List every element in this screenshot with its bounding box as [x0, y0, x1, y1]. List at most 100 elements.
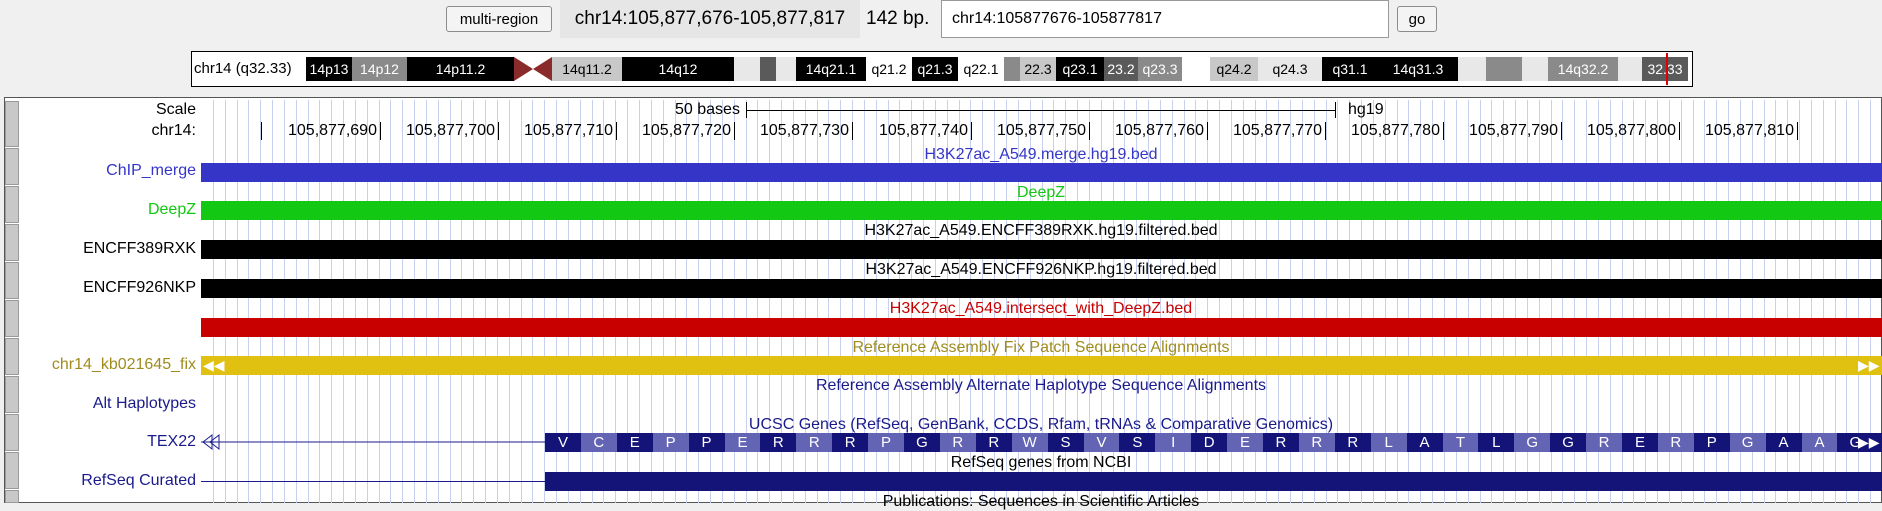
chip-track-handle[interactable] — [5, 148, 19, 185]
ideogram-band: q24.2 — [1210, 57, 1258, 81]
scale-bar — [746, 110, 1336, 111]
ideogram-band-blank — [1182, 57, 1210, 81]
ruler-coordinate: 105,877,800 — [1587, 122, 1676, 139]
deepz-feature[interactable] — [201, 201, 1882, 220]
ruler-track-handle[interactable] — [5, 101, 19, 147]
deepz-track-handle[interactable] — [5, 186, 19, 223]
amino-acid: G — [1550, 433, 1587, 452]
pubs-track-handle[interactable] — [5, 490, 19, 503]
amino-acid: G — [1514, 433, 1551, 452]
ruler-tick — [1797, 122, 1798, 140]
amino-acid: A — [1765, 433, 1802, 452]
amino-acid: L — [1370, 433, 1407, 452]
ruler-tick — [1679, 122, 1680, 140]
ruler-coordinate: 105,877,790 — [1469, 122, 1558, 139]
ideogram-band-blank — [734, 57, 760, 81]
ideogram-band: q21.2 — [866, 57, 912, 81]
amino-acid: L — [1478, 433, 1515, 452]
track-title-encff926: H3K27ac_A549.ENCFF926NKP.hg19.filtered.b… — [865, 261, 1217, 278]
ruler-tick — [971, 122, 972, 140]
scale-bases-text: 50 bases — [675, 101, 740, 118]
gene-end-arrow-icon: ▶▶ — [1858, 434, 1880, 450]
track-title-refseq: RefSeq genes from NCBI — [950, 454, 1132, 471]
track-title-chip: H3K27ac_A549.merge.hg19.bed — [924, 146, 1158, 163]
track-label-fix[interactable]: chr14_kb021645_fix — [52, 356, 196, 374]
track-title-deepz: DeepZ — [1016, 184, 1066, 201]
ruler-coordinate: 105,877,770 — [1233, 122, 1322, 139]
amino-acid: S — [1047, 433, 1084, 452]
ucsc-track-handle[interactable] — [5, 414, 19, 451]
amino-acid: G — [904, 433, 940, 452]
ruler-tick — [852, 122, 853, 140]
refseq-exon[interactable] — [545, 472, 1882, 491]
amino-acid: P — [688, 433, 725, 452]
ideogram-band-blank — [1004, 57, 1020, 81]
ideogram-band: 14p13 — [306, 57, 352, 81]
amino-acid: C — [580, 433, 617, 452]
amino-acid: R — [832, 433, 869, 452]
amino-acid: R — [796, 433, 833, 452]
multi-region-button[interactable]: multi-region — [446, 6, 552, 32]
go-button[interactable]: go — [1397, 6, 1437, 32]
encff926-track-handle[interactable] — [5, 262, 19, 299]
amino-acid: E — [1622, 433, 1658, 452]
chrom-label: chr14: — [151, 122, 196, 139]
centromere-icon — [514, 57, 552, 81]
amino-acid: D — [1191, 433, 1228, 452]
ruler-coordinate: 105,877,690 — [288, 122, 377, 139]
ideogram-band: 14q12 — [622, 57, 734, 81]
track-label-refseq[interactable]: RefSeq Curated — [81, 472, 196, 490]
ideogram-band: 14q21.1 — [796, 57, 866, 81]
encff389-feature[interactable] — [201, 240, 1882, 259]
track-label-encff389[interactable]: ENCFF389RXK — [83, 240, 196, 258]
fix-track-handle[interactable] — [5, 338, 19, 375]
refseq-intron-line — [201, 481, 545, 482]
amino-acid: E — [616, 433, 653, 452]
amino-acid: E — [1227, 433, 1263, 452]
position-search-input[interactable] — [941, 0, 1389, 38]
ideogram-band: q21.3 — [912, 57, 958, 81]
track-label-deepz[interactable]: DeepZ — [148, 201, 196, 219]
ideogram-label: chr14 (q32.33) — [194, 60, 292, 77]
ruler-tick — [380, 122, 381, 140]
ruler-tick — [1089, 122, 1090, 140]
fix-feature[interactable] — [201, 356, 1882, 375]
amino-acid: I — [1155, 433, 1192, 452]
amino-acid: R — [1334, 433, 1371, 452]
chip-feature[interactable] — [201, 163, 1882, 182]
encff389-track-handle[interactable] — [5, 224, 19, 261]
ideogram-band-blank — [1458, 57, 1486, 81]
amino-acid: R — [1263, 433, 1299, 452]
arrow-left-icon: ◀◀ — [203, 357, 225, 373]
ruler-coordinate: 105,877,750 — [997, 122, 1086, 139]
track-label-ucsc[interactable]: TEX22 — [147, 433, 196, 451]
ideogram-band: 14q31.3 — [1378, 57, 1458, 81]
refseq-track-handle[interactable] — [5, 452, 19, 489]
ideogram-band-blank — [1618, 57, 1642, 81]
amino-acid: R — [1586, 433, 1622, 452]
amino-acid: R — [1657, 433, 1694, 452]
amino-acid: V — [545, 433, 581, 452]
encff926-feature[interactable] — [201, 279, 1882, 298]
track-label-alt[interactable]: Alt Haplotypes — [93, 395, 196, 413]
ruler-tick — [734, 122, 735, 140]
track-label-encff926[interactable]: ENCFF926NKP — [83, 279, 196, 297]
assembly-label: hg19 — [1348, 101, 1384, 118]
intersect-track-handle[interactable] — [5, 300, 19, 337]
ideogram-band-blank — [776, 57, 796, 81]
ideogram-band: q22.1 — [958, 57, 1004, 81]
ruler-tick — [1325, 122, 1326, 140]
amino-acid: T — [1442, 433, 1479, 452]
amino-acid: A — [1801, 433, 1838, 452]
amino-acid: R — [939, 433, 976, 452]
ruler-coordinate: 105,877,740 — [879, 122, 968, 139]
track-label-chip[interactable]: ChIP_merge — [106, 162, 196, 180]
ruler-tick — [1207, 122, 1208, 140]
alt-track-handle[interactable] — [5, 376, 19, 413]
ruler-coordinate: 105,877,720 — [642, 122, 731, 139]
ideogram-band: 32.33 — [1642, 57, 1688, 81]
intron-line — [201, 433, 546, 451]
ideogram-band: q31.1 — [1322, 57, 1378, 81]
ruler-tick — [616, 122, 617, 140]
intersect-feature[interactable] — [201, 318, 1882, 337]
